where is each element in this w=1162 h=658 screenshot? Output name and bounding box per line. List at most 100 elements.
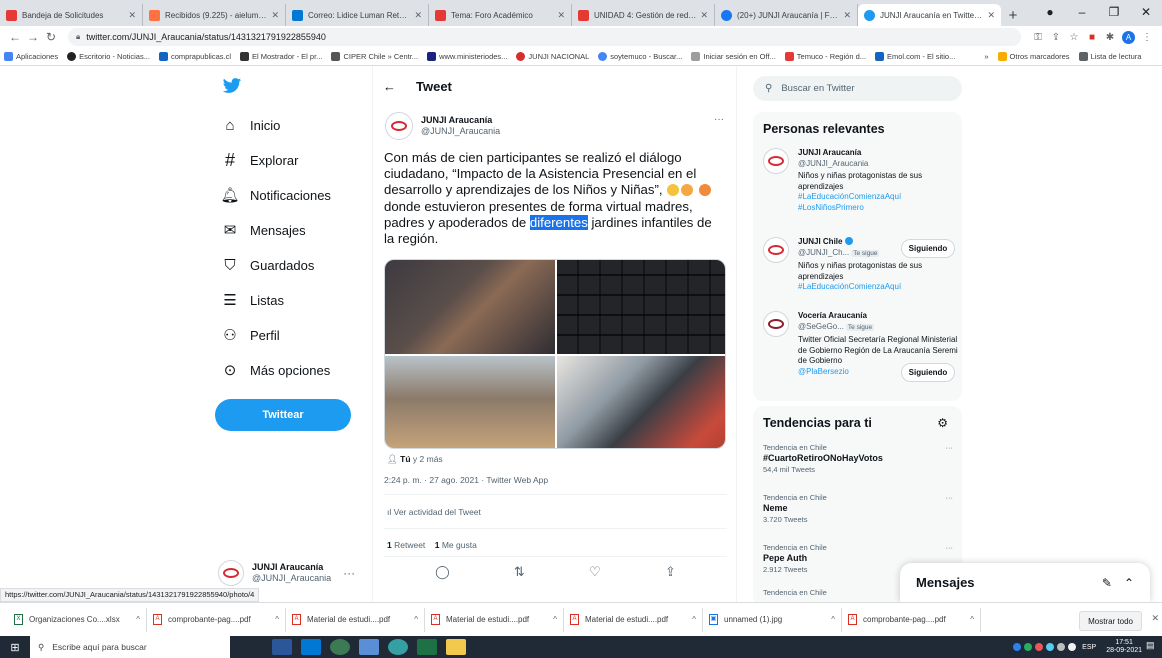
word-app-icon[interactable] [272,639,292,655]
tweet-activity-link[interactable]: ıl Ver actividad del Tweet [387,507,481,517]
trend-item[interactable]: Tendencia en Chile #CuartoRetiroONoHayVo… [763,442,953,475]
chevron-up-icon[interactable]: ^ [831,615,835,624]
browser-tab[interactable]: Correo: Lidice Luman Retamal - ✕ [286,4,429,26]
clock[interactable]: 17:51 28-09-2021 [1106,639,1142,655]
chevron-up-icon[interactable]: ^ [275,615,279,624]
reply-icon[interactable]: ◯ [435,564,450,580]
file-explorer-app-icon[interactable] [446,639,466,655]
bookmark-item[interactable]: Temuco - Región d... [784,52,866,61]
nav-home[interactable]: ⌂ Inicio [220,115,280,135]
reload-icon[interactable]: ↻ [42,30,60,44]
browser-tab[interactable]: Tema: Foro Académico ✕ [429,4,572,26]
more-icon[interactable]: ··· [343,566,355,580]
reading-list[interactable]: Lista de lectura [1078,52,1141,61]
bookmark-item[interactable]: soytemuco - Buscar... [598,52,682,61]
person-item[interactable]: JUNJI Araucanía @JUNJI_Araucania Niños y… [763,148,958,213]
record-icon[interactable]: ● [1034,5,1066,19]
following-button[interactable]: Siguiendo [901,363,955,382]
twitter-logo-icon[interactable] [222,76,242,96]
share-icon[interactable]: ⇪ [665,564,676,580]
excel-app-icon[interactable] [417,639,437,655]
browser-tab[interactable]: Bandeja de Solicitudes ✕ [0,4,143,26]
share-icon[interactable]: ⇪ [1047,32,1065,43]
chrome-app-icon[interactable] [330,639,350,655]
windows-start-icon[interactable]: ⊞ [0,636,30,658]
maximize-icon[interactable]: ❐ [1098,5,1130,19]
liked-by[interactable]: 👤︎ Tú y 2 más [387,454,443,465]
close-icon[interactable]: ✕ [987,10,995,21]
close-icon[interactable]: ✕ [271,10,279,21]
chevron-up-icon[interactable]: ^ [553,615,557,624]
nav-messages[interactable]: ✉ Mensajes [220,220,306,240]
chevron-up-icon[interactable]: ⌃ [1124,576,1134,590]
network-icon[interactable] [1024,643,1033,651]
messages-drawer[interactable]: Mensajes ✎ ⌃ [900,563,1150,602]
like-stat[interactable]: 1 Me gusta [435,540,477,550]
download-item[interactable]: Acomprobante-pag....pdf ^ [147,607,286,632]
bookmark-item[interactable]: Escritorio - Noticias... [67,52,150,61]
close-icon[interactable]: ✕ [700,10,708,21]
chevron-up-icon[interactable]: ^ [136,615,140,624]
chevron-up-icon[interactable]: ^ [970,615,974,624]
extension-icon[interactable]: ■ [1083,32,1101,43]
profile-avatar[interactable]: A [1122,30,1135,44]
bookmark-item[interactable]: www.ministeriodes... [427,52,507,61]
photo-video-call-grid[interactable] [557,260,725,354]
key-icon[interactable]: ⚿ [1029,32,1047,43]
close-icon[interactable]: ✕ [1151,613,1159,624]
download-item[interactable]: A Material de estudi....pdf ^ [286,607,425,632]
chevron-up-icon[interactable]: ^ [692,615,696,624]
download-item[interactable]: A Material de estudi....pdf ^ [425,607,564,632]
browser-tab[interactable]: Recibidos (9.225) - aielum74@g✕ [143,4,286,26]
menu-icon[interactable]: ⋮ [1138,32,1156,43]
new-tab-button[interactable]: + [1001,4,1025,26]
tray-app-icon[interactable] [1046,643,1055,651]
tweet-button[interactable]: Twittear [215,399,351,431]
show-all-downloads-button[interactable]: Mostrar todo [1079,611,1142,631]
minimize-icon[interactable]: – [1066,5,1098,19]
search-input[interactable]: ⚲ Buscar en Twitter [753,76,962,101]
person-tags[interactable]: #LaEducaciónComienzaAquí [798,282,958,293]
photos-app-icon[interactable] [359,639,379,655]
bookmark-item[interactable]: CIPER Chile » Centr... [331,52,418,61]
close-icon[interactable]: ✕ [843,10,851,21]
account-switcher[interactable]: JUNJI Araucanía @JUNJI_Araucania ··· [218,560,368,586]
nav-explore[interactable]: # Explorar [220,150,298,170]
download-item[interactable]: A Material de estudi....pdf ^ [564,607,703,632]
more-icon[interactable]: ··· [946,542,954,553]
retweet-icon[interactable]: ⇅ [514,564,525,580]
back-arrow-icon[interactable]: ← [383,79,396,94]
address-bar[interactable]: 🔒︎ twitter.com/JUNJI_Araucania/status/14… [68,28,1021,46]
nav-more-options[interactable]: ⊙ Más opciones [220,360,331,380]
help-icon[interactable] [1013,643,1022,651]
photo-classroom[interactable] [385,356,555,448]
browser-tab-active[interactable]: JUNJI Araucanía en Twitter: "Con ✕ [858,4,1001,26]
bookmark-item[interactable]: Emol.com - El sitio... [875,52,955,61]
forward-arrow-icon[interactable]: → [24,30,42,44]
nav-bookmarks[interactable]: ⛉ Guardados [220,255,314,275]
more-icon[interactable]: ··· [946,442,954,453]
nav-lists[interactable]: ☰ Listas [220,290,284,310]
retweet-stat[interactable]: 1 Retweet [387,540,425,550]
download-item[interactable]: Acomprobante-pag....pdf ^ [842,607,981,632]
more-icon[interactable]: ··· [946,492,954,503]
new-message-icon[interactable]: ✎ [1102,576,1112,590]
photo-laptop-call[interactable] [557,356,725,448]
browser-tab[interactable]: (20+) JUNJI Araucanía | Faceboo ✕ [715,4,858,26]
nav-profile[interactable]: ⚇ Perfil [220,325,279,345]
bookmark-item[interactable]: El Mostrador - El pr... [240,52,322,61]
close-icon[interactable]: ✕ [414,10,422,21]
taskbar-search-input[interactable]: ⚲ Escribe aquí para buscar [30,636,230,658]
battery-icon[interactable] [1068,643,1077,651]
tweet-media-grid[interactable] [384,259,726,449]
bookmark-item[interactable]: JUNJI NACIONAL [516,52,589,61]
bookmark-item[interactable]: comprapublicas.cl [158,52,231,61]
like-icon[interactable]: ♡ [589,564,601,580]
bookmark-item[interactable]: Iniciar sesión en Off... [691,52,776,61]
bookmarks-overflow[interactable]: » [984,52,988,61]
browser-tab[interactable]: UNIDAD 4: Gestión de redes so ✕ [572,4,715,26]
person-tags[interactable]: #LaEducaciónComienzaAquí #LosNiñosPrimer… [798,192,958,213]
volume-icon[interactable] [1057,643,1066,651]
bookmark-folder[interactable]: Otros marcadores [997,52,1070,61]
tray-app-icon[interactable] [1035,643,1044,651]
